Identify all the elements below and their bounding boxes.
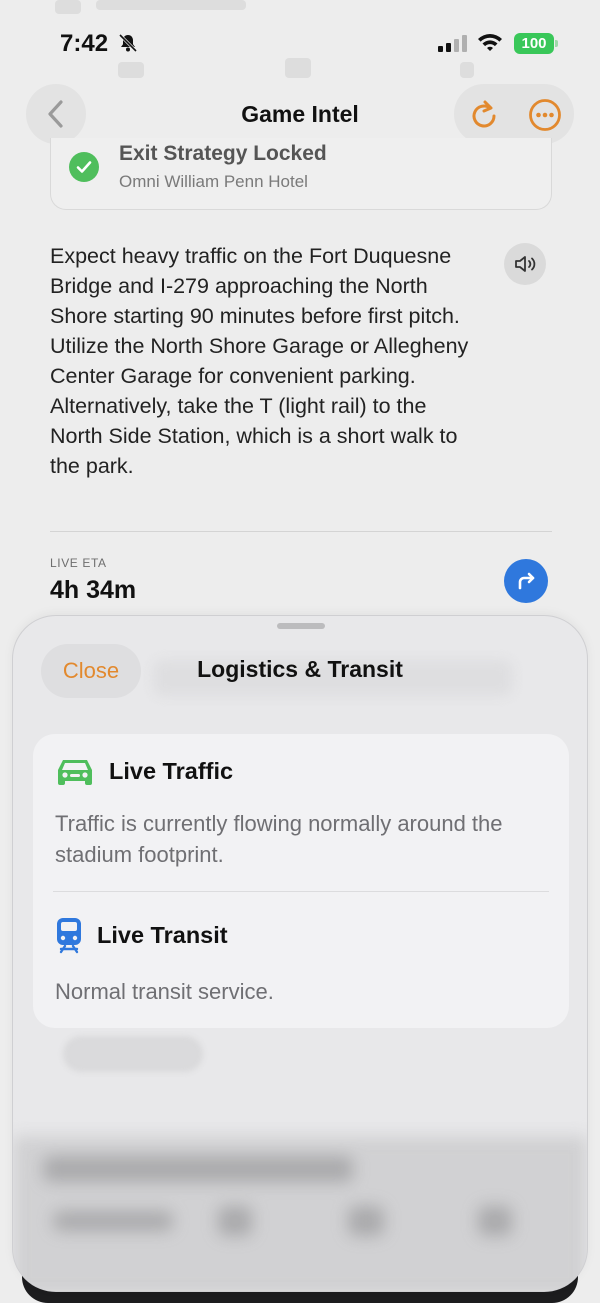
navigation-bar: Game Intel — [0, 84, 600, 146]
logistics-card: Live Traffic Traffic is currently flowin… — [33, 734, 569, 1028]
faded-icon — [55, 0, 81, 14]
checkmark-icon — [69, 152, 99, 182]
turn-right-arrow-icon — [518, 572, 535, 590]
battery-indicator: 100 — [514, 33, 558, 54]
bell-slash-icon — [118, 33, 138, 53]
nav-actions — [454, 84, 574, 144]
exit-strategy-title: Exit Strategy Locked — [119, 142, 327, 165]
train-icon — [57, 918, 81, 954]
exit-strategy-card: Exit Strategy Locked Omni William Penn H… — [50, 138, 552, 210]
live-traffic-header: Live Traffic — [55, 756, 233, 786]
blurred-tab-bar — [13, 1136, 587, 1291]
divider — [50, 531, 552, 532]
faded-text — [96, 0, 246, 10]
live-transit-description: Normal transit service. — [55, 979, 274, 1004]
read-aloud-button[interactable] — [504, 243, 546, 285]
faded-icon — [285, 58, 311, 78]
live-traffic-description: Traffic is currently flowing normally ar… — [55, 811, 503, 867]
status-time: 7:42 — [60, 30, 109, 57]
faded-icon — [460, 62, 474, 78]
directions-button[interactable] — [504, 559, 548, 603]
speaker-icon — [515, 256, 536, 272]
wifi-icon — [478, 34, 502, 51]
sheet-grabber[interactable] — [277, 623, 325, 629]
car-icon — [58, 760, 92, 785]
divider — [53, 891, 549, 892]
intel-description: Expect heavy traffic on the Fort Duquesn… — [50, 244, 469, 478]
more-options-button[interactable] — [528, 98, 562, 132]
logistics-sheet: Close Logistics & Transit Live Traffic T… — [12, 615, 588, 1292]
live-traffic-label: Live Traffic — [109, 757, 234, 784]
blurred-background — [63, 1036, 203, 1072]
exit-strategy-location: Omni William Penn Hotel — [119, 172, 308, 191]
faded-icon — [118, 62, 144, 78]
live-transit-header: Live Transit — [55, 916, 228, 954]
sheet-title: Logistics & Transit — [197, 656, 403, 682]
live-transit-label: Live Transit — [97, 921, 228, 948]
refresh-button[interactable] — [468, 98, 500, 132]
eta-label: LIVE ETA — [50, 556, 107, 570]
cellular-signal-icon — [438, 34, 467, 52]
eta-value: 4h 34m — [50, 576, 137, 604]
